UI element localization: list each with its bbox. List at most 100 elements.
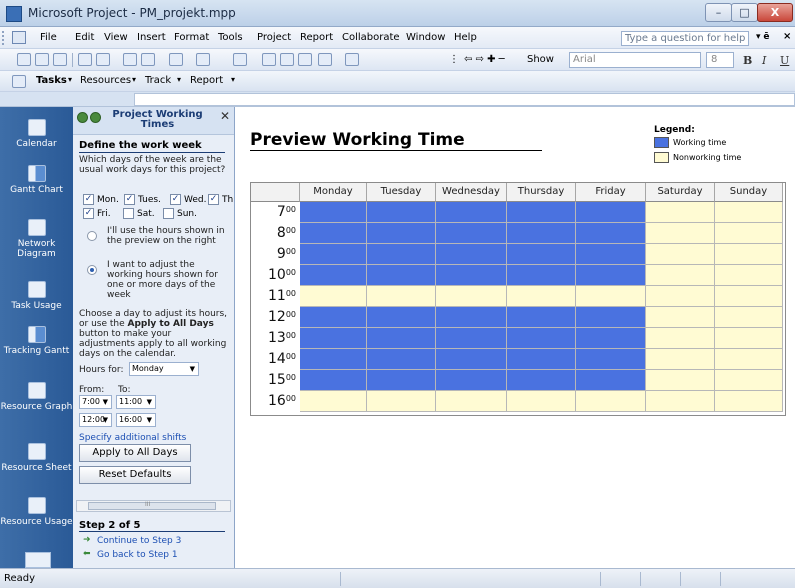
back-step-link[interactable]: Go back to Step 1 [97,550,178,560]
resources-dropdown-icon[interactable]: ▾ [132,75,136,84]
apply-to-all-days-button[interactable]: Apply to All Days [79,444,191,462]
view-calendar[interactable]: Calendar [0,119,73,149]
network-diagram-icon [27,219,46,236]
guide-toggle-icon[interactable] [12,75,26,88]
entry-field[interactable] [134,93,795,106]
scrollbar-thumb[interactable]: III [88,501,216,510]
menu-tools[interactable]: Tools [218,32,243,43]
menu-help[interactable]: Help [454,32,477,43]
copy-icon[interactable] [141,53,155,66]
menu-view[interactable]: View [104,32,128,43]
unlink-tasks-icon[interactable] [280,53,294,66]
link-tasks-icon[interactable] [262,53,276,66]
track-dropdown-icon[interactable]: ▾ [177,75,181,84]
menu-file[interactable]: File [40,32,57,43]
checkbox-tuesday[interactable]: ✓ [124,194,135,205]
undo-icon[interactable] [169,53,183,66]
minimize-button[interactable]: – [705,3,732,22]
shift2-to-select[interactable]: 16:00 ▼ [116,413,156,427]
shift2-from-select[interactable]: 12:00 ▼ [79,413,112,427]
continue-step-link[interactable]: Continue to Step 3 [97,536,181,546]
font-name-select[interactable]: Arial [569,52,701,68]
project-app-icon[interactable] [6,6,22,22]
document-icon[interactable] [12,31,26,44]
guide-resources[interactable]: Resources [80,75,131,86]
font-size-select[interactable]: 8 [706,52,734,68]
help-search-input[interactable]: Type a question for help [621,31,749,46]
task-info-icon[interactable] [318,53,332,66]
day-header-thursday[interactable]: Thursday [507,183,576,202]
back-icon[interactable] [77,112,88,123]
close-button[interactable]: X [757,3,793,22]
new-icon[interactable] [17,53,31,66]
show-dropdown[interactable]: Show [527,54,554,65]
tasks-dropdown-icon[interactable]: ▾ [68,75,72,84]
radio-use-preview-hours[interactable] [87,231,97,241]
insert-hyperlink-icon[interactable] [233,53,247,66]
pane-close-icon[interactable]: ✕ [220,109,230,123]
menu-collaborate[interactable]: Collaborate [342,32,400,43]
working-time-cell [300,328,367,349]
grip-handle[interactable] [2,31,6,45]
reset-defaults-button[interactable]: Reset Defaults [79,466,191,484]
indent-arrows-icon[interactable]: ⇦ ⇨ ✚ ─ [464,54,505,65]
menu-project[interactable]: Project [257,32,291,43]
shift1-from-select[interactable]: 7:00 ▼ [79,395,112,409]
print-preview-icon[interactable] [96,53,110,66]
hours-for-label: Hours for: [79,365,124,375]
guide-tasks[interactable]: Tasks [36,75,67,86]
menu-report[interactable]: Report [300,32,333,43]
menu-format[interactable]: Format [174,32,209,43]
guide-track[interactable]: Track [145,75,171,86]
checkbox-friday[interactable]: ✓ [83,208,94,219]
help-icon[interactable] [345,53,359,66]
view-task-usage[interactable]: Task Usage [0,281,73,311]
underline-button[interactable]: U [780,54,789,67]
hours-for-select[interactable]: Monday ▼ [129,362,199,376]
open-icon[interactable] [35,53,49,66]
checkbox-sunday[interactable] [163,208,174,219]
view-tracking-gantt[interactable]: Tracking Gantt [0,326,73,356]
menu-edit[interactable]: Edit [75,32,94,43]
view-gantt-chart[interactable]: Gantt Chart [0,165,73,195]
redo-icon[interactable] [196,53,210,66]
additional-shifts-link[interactable]: Specify additional shifts [79,433,186,443]
save-icon[interactable] [53,53,67,66]
checkbox-thursday[interactable]: ✓ [208,194,219,205]
view-resource-graph[interactable]: Resource Graph [0,382,73,412]
status-divider [640,572,641,586]
view-resource-sheet[interactable]: Resource Sheet [0,443,73,473]
more-views-icon[interactable] [25,552,51,568]
pane-horizontal-scrollbar[interactable]: III [76,500,231,512]
document-close-icon[interactable]: × [783,31,791,42]
guide-report[interactable]: Report [190,75,223,86]
help-dropdown-icon[interactable]: ▾ ē [756,32,770,42]
day-header-saturday[interactable]: Saturday [646,183,715,202]
menu-window[interactable]: Window [406,32,445,43]
radio-adjust-hours[interactable] [87,265,97,275]
checkbox-wednesday[interactable]: ✓ [170,194,181,205]
shift1-to-select[interactable]: 11:00 ▼ [116,395,156,409]
day-header-tuesday[interactable]: Tuesday [367,183,436,202]
day-header-monday[interactable]: Monday [300,183,367,202]
day-header-friday[interactable]: Friday [576,183,646,202]
italic-button[interactable]: I [762,54,766,67]
print-icon[interactable] [78,53,92,66]
checkbox-monday[interactable]: ✓ [83,194,94,205]
split-task-icon[interactable] [298,53,312,66]
working-time-cell [367,349,436,370]
status-divider [600,572,601,586]
view-network-diagram[interactable]: Network Diagram [0,219,73,259]
bold-button[interactable]: B [743,54,752,67]
day-header-wednesday[interactable]: Wednesday [436,183,507,202]
maximize-button[interactable]: □ [731,3,758,22]
cut-icon[interactable] [123,53,137,66]
day-header-sunday[interactable]: Sunday [715,183,783,202]
menu-insert[interactable]: Insert [137,32,166,43]
toolbar-overflow-icon[interactable]: ⋮ [449,54,459,65]
view-resource-usage[interactable]: Resource Usage [0,497,73,527]
checkbox-saturday[interactable] [123,208,134,219]
legend-working-label: Working time [673,138,727,147]
report-dropdown-icon[interactable]: ▾ [231,75,235,84]
forward-icon[interactable] [90,112,101,123]
